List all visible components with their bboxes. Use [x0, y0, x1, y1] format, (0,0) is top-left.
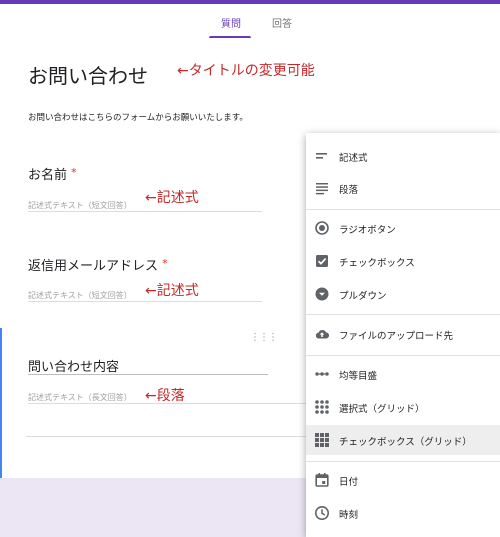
menu-item-linear-scale[interactable]: 均等目盛 — [306, 359, 500, 389]
linear-scale-icon — [315, 372, 329, 376]
menu-item-label: 選択式（グリッド） — [339, 404, 425, 415]
menu-item-label: ファイルのアップロード先 — [339, 331, 454, 342]
question-title-text: 問い合わせ内容 — [28, 360, 120, 375]
paragraph-icon — [316, 183, 328, 195]
question-title-text: お名前 — [28, 168, 68, 183]
form-title[interactable]: お問い合わせ — [28, 60, 148, 89]
menu-item-file-upload[interactable]: ファイルのアップロード先 — [306, 319, 500, 349]
card-divider — [26, 436, 308, 437]
menu-item-checkbox-grid[interactable]: チェックボックス（グリッド） — [306, 425, 500, 455]
question-annotation: ←記述式 — [145, 190, 199, 206]
menu-item-short-answer[interactable]: 記述式 — [306, 141, 500, 171]
form-description[interactable]: お問い合わせはこちらのフォームからお願いいたします。 — [28, 111, 248, 123]
menu-item-label: チェックボックス — [339, 258, 415, 269]
answer-underline — [28, 301, 262, 302]
menu-item-label: 均等目盛 — [339, 371, 378, 382]
short-answer-icon — [316, 153, 327, 159]
menu-item-radio[interactable]: ラジオボタン — [306, 213, 500, 243]
menu-item-checkbox[interactable]: チェックボックス — [306, 246, 500, 276]
menu-item-dropdown[interactable]: プルダウン — [306, 279, 500, 309]
question-annotation: ←段落 — [145, 388, 185, 404]
menu-item-label: ラジオボタン — [339, 225, 396, 236]
grid-icon — [315, 400, 329, 414]
clock-icon — [315, 506, 329, 520]
checkbox-icon — [316, 255, 328, 267]
menu-item-label: 日付 — [339, 477, 359, 488]
required-marker: * — [162, 257, 168, 270]
checkbox-grid-icon — [315, 433, 329, 447]
menu-divider — [306, 461, 500, 462]
title-annotation: ←タイトルの変更可能 — [177, 63, 315, 79]
tab-responses[interactable]: 回答 — [272, 15, 292, 30]
drag-handle-icon[interactable]: ⋮⋮⋮ — [250, 332, 278, 343]
tab-questions[interactable]: 質問 — [221, 15, 241, 30]
question-title-email[interactable]: 返信用メールアドレス * — [28, 255, 168, 274]
short-answer-placeholder: 記述式テキスト（短文回答） — [28, 291, 132, 300]
question-title-inquiry[interactable]: 問い合わせ内容 — [28, 356, 119, 375]
menu-item-label: 段落 — [339, 185, 359, 196]
menu-divider — [306, 209, 500, 210]
menu-divider — [306, 355, 500, 356]
short-answer-placeholder: 記述式テキスト（短文回答） — [28, 201, 132, 210]
radio-button-icon — [315, 221, 329, 235]
calendar-icon — [315, 473, 329, 487]
menu-item-paragraph[interactable]: 段落 — [306, 173, 500, 203]
question-annotation: ←記述式 — [145, 283, 199, 299]
dropdown-icon — [315, 287, 329, 301]
menu-item-label: 記述式 — [339, 153, 368, 164]
cloud-upload-icon — [315, 330, 330, 339]
required-marker: * — [71, 166, 77, 179]
title-input-underline — [28, 374, 268, 375]
menu-item-multiple-choice-grid[interactable]: 選択式（グリッド） — [306, 392, 500, 422]
question-type-menu: 記述式 段落 ラジオボタン チェックボックス プルダウン ファイルのアップロード… — [306, 133, 500, 537]
menu-item-time[interactable]: 時刻 — [306, 498, 500, 528]
answer-underline — [28, 403, 308, 404]
answer-underline — [28, 211, 262, 212]
menu-item-label: プルダウン — [339, 291, 387, 302]
question-title-name[interactable]: お名前 * — [28, 164, 77, 183]
menu-item-label: 時刻 — [339, 510, 359, 521]
question-title-text: 返信用メールアドレス — [28, 259, 159, 274]
menu-item-date[interactable]: 日付 — [306, 465, 500, 495]
tab-bar: 質問 回答 — [0, 4, 500, 39]
long-answer-placeholder: 記述式テキスト（長文回答） — [28, 393, 132, 402]
menu-divider — [306, 314, 500, 315]
menu-item-label: チェックボックス（グリッド） — [339, 437, 472, 448]
